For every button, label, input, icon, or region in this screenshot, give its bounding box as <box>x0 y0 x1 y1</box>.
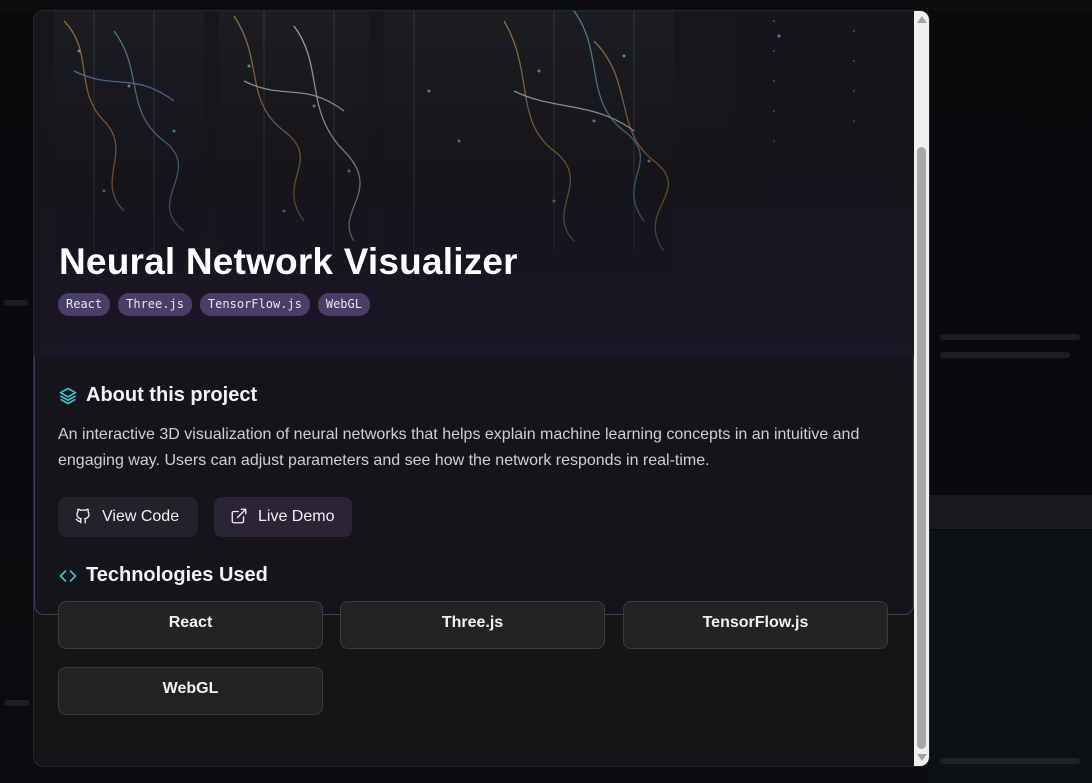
scrollbar-thumb[interactable] <box>917 147 926 749</box>
tag-badge: React <box>58 293 111 316</box>
view-code-label: View Code <box>102 508 180 525</box>
technology-label: TensorFlow.js <box>702 614 809 631</box>
background-panel <box>928 495 1092 529</box>
background-text-line <box>940 334 1080 340</box>
external-link-icon <box>230 507 250 527</box>
scroll-up-arrow-icon[interactable] <box>917 16 927 23</box>
project-tag-list: React Three.js TensorFlow.js WebGL <box>58 293 370 316</box>
background-text-line <box>4 300 28 306</box>
live-demo-button[interactable]: Live Demo <box>214 497 352 537</box>
tag-badge: Three.js <box>118 293 192 316</box>
background-text-line <box>940 352 1070 358</box>
background-text-line <box>4 700 30 706</box>
github-icon <box>74 507 94 527</box>
project-title: Neural Network Visualizer <box>59 241 518 282</box>
scroll-down-arrow-icon[interactable] <box>917 754 927 761</box>
tag-badge: WebGL <box>317 293 370 316</box>
technology-label: React <box>168 614 213 631</box>
project-description: An interactive 3D visualization of neura… <box>58 426 860 469</box>
tag-badge: TensorFlow.js <box>199 293 310 316</box>
technology-chip: React <box>58 601 323 649</box>
modal-scrollbar[interactable] <box>914 11 929 766</box>
view-code-button[interactable]: View Code <box>58 497 198 537</box>
about-section-heading: About this project <box>58 384 257 407</box>
background-text-line <box>940 758 1080 764</box>
live-demo-label: Live Demo <box>258 508 335 525</box>
about-heading-text: About this project <box>86 384 258 406</box>
layers-icon <box>58 386 78 406</box>
technologies-section-heading: Technologies Used <box>58 564 268 587</box>
background-header <box>0 0 1092 10</box>
code-icon <box>58 566 78 586</box>
background-panel-lower <box>928 530 1092 783</box>
technology-chip: TensorFlow.js <box>623 601 888 649</box>
technology-label: Three.js <box>441 614 504 631</box>
project-modal: Neural Network Visualizer React Three.js… <box>33 10 930 767</box>
technologies-heading-text: Technologies Used <box>86 564 268 586</box>
technology-label: WebGL <box>162 680 219 697</box>
technology-chip: WebGL <box>58 667 323 715</box>
technology-chip: Three.js <box>340 601 605 649</box>
